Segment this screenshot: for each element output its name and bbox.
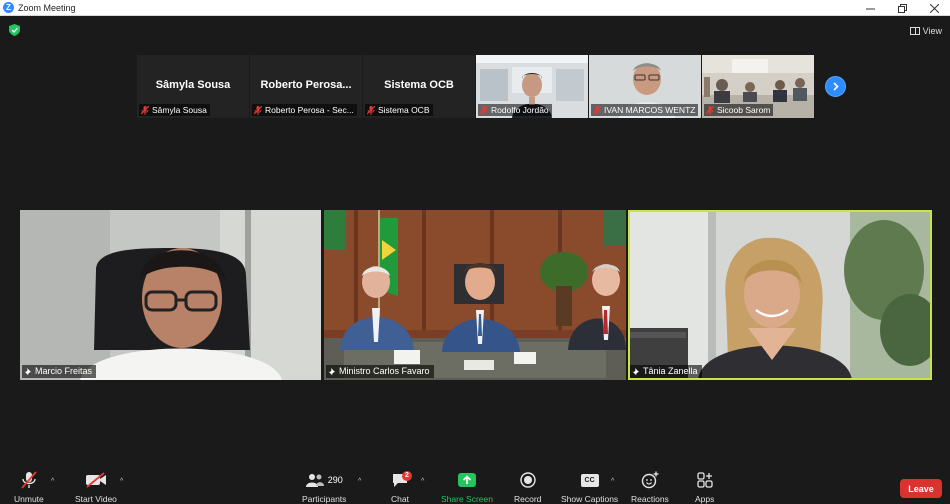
captions-icon: CC (580, 473, 599, 487)
tile-label: Roberto Perosa - Sec... (252, 104, 357, 116)
view-button[interactable]: View (909, 24, 942, 38)
chat-options-caret-icon[interactable]: ^ (421, 478, 424, 485)
participants-label: Participants (302, 494, 347, 504)
leave-button[interactable]: Leave (900, 479, 942, 498)
tile-label: Rodolfo Jordão (478, 104, 552, 116)
mic-muted-icon (21, 471, 37, 489)
video-tile-marcio-freitas[interactable]: Marcio Freitas (20, 210, 321, 380)
tile-label: IVAN MARCOS WENTZ (591, 104, 699, 116)
close-button[interactable] (918, 0, 950, 16)
strip-tile-rodolfo-jordao[interactable]: Rodolfo Jordão (476, 55, 588, 118)
strip-tile-ivan-marcos-wentz[interactable]: IVAN MARCOS WENTZ (589, 55, 701, 118)
apps-button[interactable]: Apps (695, 470, 714, 504)
unmute-label: Unmute (14, 494, 44, 504)
participant-video (628, 210, 932, 380)
minimize-button[interactable] (854, 0, 886, 16)
participant-video (324, 210, 626, 380)
restore-button[interactable] (886, 0, 918, 16)
mic-muted-icon (367, 105, 375, 115)
participants-options-caret-icon[interactable]: ^ (358, 478, 361, 485)
minimize-icon (865, 8, 875, 9)
view-grid-icon (909, 27, 920, 35)
chevron-right-icon (833, 82, 839, 91)
participant-name: Sicoob Sarom (717, 105, 771, 115)
tile-display-name: Sâmyla Sousa (155, 79, 231, 91)
participant-name: IVAN MARCOS WENTZ (604, 105, 696, 115)
show-captions-button[interactable]: CC Show Captions (561, 470, 618, 504)
participant-name: Tânia Zanella (643, 366, 698, 376)
pin-icon (328, 367, 335, 375)
zoom-logo-icon: Z (3, 2, 14, 13)
reactions-label: Reactions (631, 494, 669, 504)
strip-tile-roberto-perosa[interactable]: Roberto Perosa... Roberto Perosa - Sec..… (250, 55, 362, 118)
audio-options-caret-icon[interactable]: ^ (51, 478, 54, 485)
mic-muted-icon (141, 105, 149, 115)
captions-options-caret-icon[interactable]: ^ (611, 478, 614, 485)
chat-unread-badge: 2 (402, 471, 412, 481)
video-tile-tania-zanella[interactable]: Tânia Zanella (628, 210, 932, 380)
reactions-button[interactable]: Reactions (631, 470, 669, 504)
window-title: Zoom Meeting (18, 2, 76, 13)
tile-label: Sicoob Sarom (704, 104, 774, 116)
strip-tile-sistema-ocb[interactable]: Sistema OCB Sistema OCB (363, 55, 475, 118)
record-icon (520, 472, 536, 488)
mic-muted-icon (593, 105, 601, 115)
close-icon (929, 3, 939, 13)
participants-count: 290 (327, 475, 343, 485)
unmute-button[interactable]: Unmute (14, 470, 44, 504)
apps-label: Apps (695, 494, 715, 504)
tile-label: Ministro Carlos Favaro (326, 365, 434, 378)
participants-button[interactable]: 290 Participants (302, 470, 346, 504)
restore-icon (897, 3, 907, 13)
participant-name: Roberto Perosa - Sec... (265, 105, 354, 115)
participants-icon (305, 474, 324, 487)
participant-name: Sistema OCB (378, 105, 430, 115)
zoom-meeting-window: Z Zoom Meeting View Sâmyla Sousa Sâmyla … (0, 0, 950, 504)
participant-name: Sâmyla Sousa (152, 105, 207, 115)
participant-name: Marcio Freitas (35, 366, 93, 376)
share-screen-icon (457, 473, 476, 487)
record-button[interactable]: Record (514, 470, 541, 504)
video-off-icon (85, 472, 106, 488)
share-screen-button[interactable]: Share Screen (441, 470, 493, 504)
view-label: View (922, 26, 942, 36)
tile-label: Tânia Zanella (630, 365, 702, 378)
participant-name: Rodolfo Jordão (491, 105, 549, 115)
share-screen-label: Share Screen (441, 494, 493, 504)
record-label: Record (514, 494, 542, 504)
security-shield-icon[interactable] (9, 24, 20, 36)
mic-muted-icon (254, 105, 262, 115)
pin-icon (632, 367, 639, 375)
tile-display-name: Sistema OCB (384, 79, 454, 91)
title-bar: Z Zoom Meeting (0, 0, 950, 16)
strip-tile-sicoob-sarom[interactable]: Sicoob Sarom (702, 55, 814, 118)
window-controls (854, 0, 950, 16)
apps-icon (697, 472, 713, 488)
start-video-label: Start Video (75, 494, 117, 504)
mic-muted-icon (480, 105, 488, 115)
meeting-toolbar: Unmute ^ Start Video ^ 290 Participants … (0, 468, 950, 504)
start-video-button[interactable]: Start Video (75, 470, 117, 504)
chat-label: Chat (391, 494, 409, 504)
video-options-caret-icon[interactable]: ^ (120, 478, 123, 485)
video-tile-ministro-carlos-favaro[interactable]: Ministro Carlos Favaro (324, 210, 626, 380)
tile-display-name: Roberto Perosa... (260, 79, 352, 91)
tile-label: Sistema OCB (365, 104, 433, 116)
tile-label: Sâmyla Sousa (139, 104, 210, 116)
participant-video (20, 210, 321, 380)
mic-muted-icon (706, 105, 714, 115)
show-captions-label: Show Captions (561, 494, 619, 504)
reactions-icon (641, 471, 659, 489)
participant-name: Ministro Carlos Favaro (339, 366, 430, 376)
strip-tile-samyla-sousa[interactable]: Sâmyla Sousa Sâmyla Sousa (137, 55, 249, 118)
pin-icon (24, 367, 31, 375)
next-page-button[interactable] (825, 76, 846, 97)
tile-label: Marcio Freitas (22, 365, 97, 378)
